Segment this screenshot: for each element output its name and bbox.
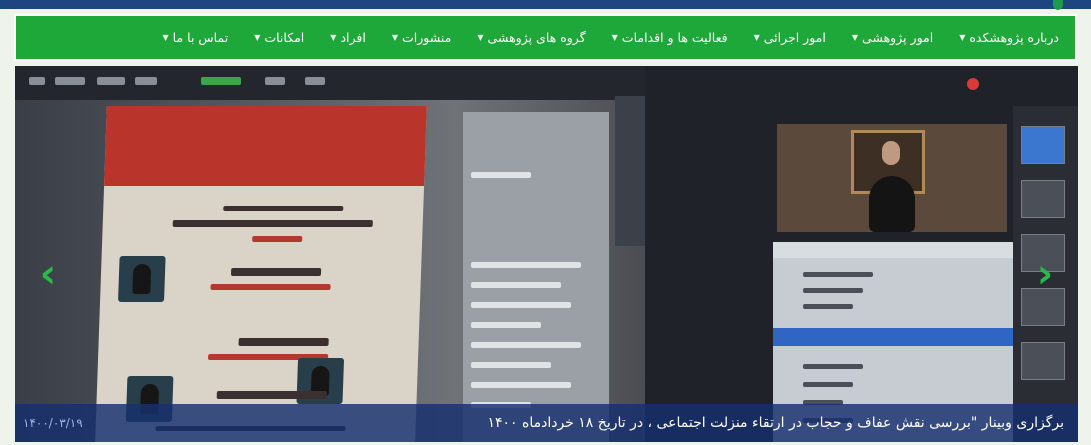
caret-down-icon: ▼ — [391, 33, 398, 42]
caret-down-icon: ▼ — [477, 33, 484, 42]
nav-item-publications[interactable]: منشورات ▼ — [392, 30, 452, 45]
slide-caption: برگزاری وبینار "بررسی نقش عفاف و حجاب در… — [15, 404, 1078, 442]
nav-item-research-groups[interactable]: گروه های پژوهشی ▼ — [477, 30, 585, 45]
nav-item-facilities[interactable]: امکانات ▼ — [254, 30, 304, 45]
nav-item-research-affairs[interactable]: امور پژوهشی ▼ — [852, 30, 933, 45]
record-indicator — [967, 78, 979, 90]
nav-item-label: افراد — [340, 30, 366, 45]
caret-down-icon: ▼ — [959, 33, 966, 42]
slide-photo-right — [645, 66, 1078, 442]
caret-down-icon: ▼ — [162, 33, 169, 42]
nav-item-label: امور اجرائی — [763, 30, 826, 45]
nav-item-contact[interactable]: تماس با ما ▼ — [163, 30, 229, 45]
webinar-poster — [95, 106, 427, 442]
slide-photo-left — [15, 66, 645, 442]
caret-down-icon: ▼ — [851, 33, 858, 42]
nav-item-about[interactable]: درباره پژوهشکده ▼ — [959, 30, 1059, 45]
side-window — [615, 96, 645, 246]
nav-item-people[interactable]: افراد ▼ — [330, 30, 366, 45]
nav-item-label: امکانات — [264, 30, 305, 45]
nav-item-label: فعالیت ها و اقدامات — [621, 30, 728, 45]
caret-down-icon: ▼ — [330, 33, 337, 42]
top-strip — [0, 0, 1091, 9]
nav-item-activities[interactable]: فعالیت ها و اقدامات ▼ — [612, 30, 728, 45]
nav-item-label: تماس با ما — [172, 30, 229, 45]
caret-down-icon: ▼ — [611, 33, 618, 42]
nav-item-label: گروه های پژوهشی — [487, 30, 586, 45]
video-feed — [777, 124, 1007, 232]
slide-caption-date: ۱۴۰۰/۰۳/۱۹ — [23, 416, 83, 430]
conference-toolbar — [15, 66, 645, 100]
nav-item-label: امور پژوهشی — [862, 30, 934, 45]
chevron-left-icon[interactable]: ‹ — [33, 252, 63, 296]
chevron-right-icon[interactable]: › — [1030, 252, 1060, 296]
top-accent-mark — [1053, 0, 1063, 10]
caret-down-icon: ▼ — [753, 33, 760, 42]
chat-panel — [463, 112, 609, 442]
main-nav: درباره پژوهشکده ▼ امور پژوهشی ▼ امور اجرائ… — [14, 14, 1077, 61]
caret-down-icon: ▼ — [254, 33, 261, 42]
nav-item-label: درباره پژوهشکده — [969, 30, 1059, 45]
nav-item-label: منشورات — [401, 30, 452, 45]
nav-item-executive-affairs[interactable]: امور اجرائی ▼ — [754, 30, 826, 45]
slide-caption-title[interactable]: برگزاری وبینار "بررسی نقش عفاف و حجاب در… — [487, 404, 1064, 442]
image-slider: ‹ › برگزاری وبینار "بررسی نقش عفاف و حجا… — [15, 66, 1078, 442]
